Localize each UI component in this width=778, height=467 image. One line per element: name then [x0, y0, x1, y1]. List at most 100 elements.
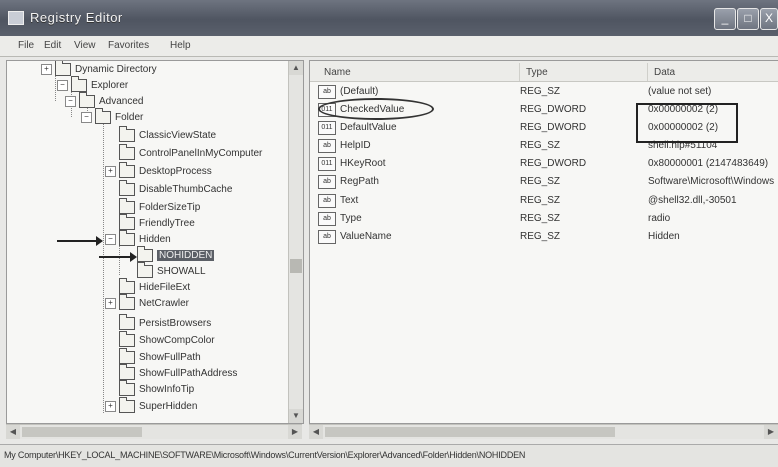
- title-bar[interactable]: Registry Editor _ □ X: [0, 0, 778, 36]
- minimize-button[interactable]: _: [714, 8, 736, 30]
- tree-item-label: ShowInfoTip: [139, 384, 195, 395]
- scroll-left-button[interactable]: ◀: [309, 425, 323, 439]
- tree-horizontal-scrollbar[interactable]: ◀ ▶: [6, 424, 302, 439]
- registry-tree-pane[interactable]: + Dynamic Directory − Explorer − Advanced −…: [6, 60, 304, 424]
- value-row[interactable]: ab ValueName REG_SZ Hidden: [310, 228, 778, 245]
- scroll-right-button[interactable]: ▶: [288, 425, 302, 439]
- tree-item-label: FriendlyTree: [139, 218, 195, 229]
- folder-icon: [119, 364, 135, 380]
- column-header-data[interactable]: Data: [648, 63, 778, 81]
- collapse-toggle[interactable]: −: [57, 80, 68, 91]
- maximize-button[interactable]: □: [737, 8, 759, 30]
- collapse-toggle[interactable]: −: [105, 234, 116, 245]
- tree-item-label: SuperHidden: [139, 401, 198, 412]
- tree-item-hidefileext[interactable]: HideFileExt: [119, 278, 190, 297]
- menu-view[interactable]: View: [74, 40, 96, 51]
- folder-icon: [119, 294, 135, 310]
- tree-item-disablethumbcache[interactable]: DisableThumbCache: [119, 180, 232, 199]
- tree-item-nohidden[interactable]: NOHIDDEN: [137, 246, 215, 265]
- annotation-box-dword-data: [636, 103, 738, 143]
- tree-item-label: ShowFullPathAddress: [139, 368, 238, 379]
- tree-item-classicviewstate[interactable]: ClassicViewState: [119, 126, 217, 145]
- tree-item-dynamic-directory[interactable]: + Dynamic Directory: [41, 61, 157, 79]
- tree-item-superhidden[interactable]: + SuperHidden: [105, 397, 198, 416]
- column-header-type[interactable]: Type: [520, 63, 648, 81]
- tree-item-netcrawler[interactable]: + NetCrawler: [105, 294, 190, 313]
- tree-item-label: PersistBrowsers: [139, 318, 212, 329]
- expand-toggle[interactable]: +: [105, 166, 116, 177]
- scroll-right-button[interactable]: ▶: [764, 425, 778, 439]
- tree-item-label: ClassicViewState: [139, 130, 217, 141]
- value-data: Hidden: [648, 231, 680, 242]
- tree-item-label: SHOWALL: [157, 266, 206, 277]
- tree-item-showfullpathaddress[interactable]: ShowFullPathAddress: [119, 364, 238, 383]
- value-data: (value not set): [648, 86, 712, 97]
- tree-connector: [103, 121, 104, 413]
- tree-item-persistbrowsers[interactable]: PersistBrowsers: [119, 314, 212, 333]
- value-data: 0x80000001 (2147483649): [648, 158, 769, 169]
- tree-item-foldersizetip[interactable]: FolderSizeTip: [119, 198, 201, 217]
- value-data: radio: [648, 213, 671, 224]
- value-row[interactable]: ab Type REG_SZ radio: [310, 210, 778, 227]
- value-row[interactable]: 011 HKeyRoot REG_DWORD 0x80000001 (21474…: [310, 155, 778, 172]
- scroll-up-button[interactable]: ▲: [289, 61, 303, 75]
- value-row[interactable]: ab RegPath REG_SZ Software\Microsoft\Win…: [310, 173, 778, 190]
- folder-icon: [119, 314, 135, 330]
- expand-toggle[interactable]: +: [105, 298, 116, 309]
- tree-item-showall[interactable]: SHOWALL: [137, 262, 206, 281]
- folder-icon: [137, 262, 153, 278]
- folder-icon: [119, 180, 135, 196]
- tree-item-showinfotip[interactable]: ShowInfoTip: [119, 380, 195, 399]
- value-data: @shell32.dll,-30501: [648, 195, 737, 206]
- value-type: REG_SZ: [520, 86, 561, 97]
- expand-toggle[interactable]: +: [41, 64, 52, 75]
- scroll-down-button[interactable]: ▼: [289, 409, 303, 423]
- folder-icon: [119, 126, 135, 142]
- close-button[interactable]: X: [760, 8, 778, 30]
- string-value-icon: ab: [318, 212, 336, 226]
- value-row[interactable]: ab Text REG_SZ @shell32.dll,-30501: [310, 192, 778, 209]
- folder-icon: [137, 246, 153, 262]
- folder-icon: [55, 61, 71, 76]
- tree-item-label: FolderSizeTip: [139, 202, 201, 213]
- folder-icon: [119, 162, 135, 178]
- annotation-arrow-hidden: [57, 236, 103, 246]
- registry-editor-icon: [8, 11, 24, 25]
- tree-item-explorer[interactable]: − Explorer: [57, 76, 128, 95]
- values-horizontal-scrollbar[interactable]: ◀ ▶: [309, 424, 778, 439]
- tree-vertical-scrollbar[interactable]: ▲ ▼: [288, 61, 303, 423]
- scroll-left-button[interactable]: ◀: [6, 425, 20, 439]
- tree-item-controlpanelinmycomputer[interactable]: ControlPanelInMyComputer: [119, 144, 263, 163]
- folder-icon: [119, 144, 135, 160]
- tree-item-label: Advanced: [99, 96, 144, 107]
- scroll-thumb[interactable]: [290, 259, 302, 273]
- column-header-name[interactable]: Name: [318, 63, 520, 81]
- collapse-toggle[interactable]: −: [65, 96, 76, 107]
- menu-favorites[interactable]: Favorites: [108, 40, 149, 51]
- menu-help[interactable]: Help: [170, 40, 191, 51]
- collapse-toggle[interactable]: −: [81, 112, 92, 123]
- value-type: REG_DWORD: [520, 158, 587, 169]
- tree-item-showcompcolor[interactable]: ShowCompColor: [119, 331, 215, 350]
- tree-item-label: ControlPanelInMyComputer: [139, 148, 263, 159]
- tree-item-friendlytree[interactable]: FriendlyTree: [119, 214, 195, 233]
- menu-file[interactable]: File: [18, 40, 34, 51]
- tree-item-desktopprocess[interactable]: + DesktopProcess: [105, 162, 212, 181]
- status-path: My Computer\HKEY_LOCAL_MACHINE\SOFTWARE\…: [4, 450, 526, 460]
- tree-item-advanced[interactable]: − Advanced: [65, 92, 144, 111]
- scroll-thumb[interactable]: [325, 427, 615, 437]
- tree-item-label: DesktopProcess: [139, 166, 212, 177]
- value-name: Text: [340, 195, 359, 206]
- expand-toggle[interactable]: +: [105, 401, 116, 412]
- registry-values-pane[interactable]: Name Type Data ab (Default) REG_SZ (valu…: [309, 60, 778, 424]
- tree-item-folder[interactable]: − Folder: [81, 108, 143, 127]
- folder-icon: [119, 380, 135, 396]
- menu-edit[interactable]: Edit: [44, 40, 61, 51]
- scroll-thumb[interactable]: [22, 427, 142, 437]
- value-type: REG_SZ: [520, 176, 561, 187]
- folder-icon: [119, 348, 135, 364]
- value-name: Type: [340, 213, 362, 224]
- tree-item-showfullpath[interactable]: ShowFullPath: [119, 348, 201, 367]
- tree-item-label: NetCrawler: [139, 298, 190, 309]
- folder-icon: [119, 230, 135, 246]
